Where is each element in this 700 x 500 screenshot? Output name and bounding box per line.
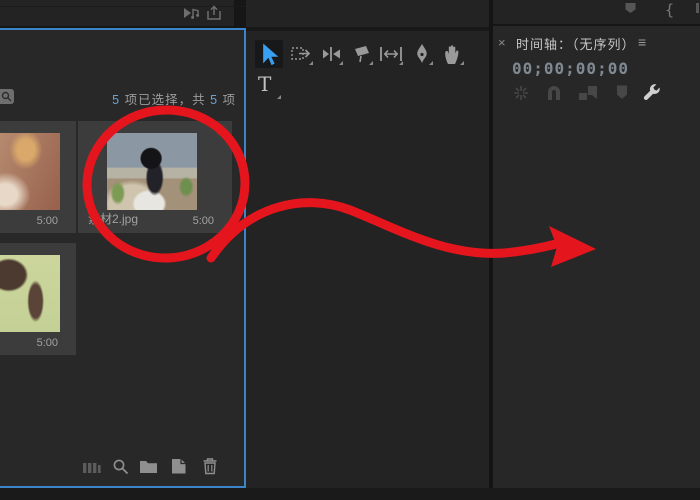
type-tool[interactable]: T [258, 74, 282, 100]
clip-duration: 5:00 [193, 215, 214, 227]
timeline-tab-title[interactable]: 时间轴：（无序列） [516, 34, 636, 53]
snap-magnet-icon[interactable] [545, 84, 563, 102]
play-audio-icon[interactable] [183, 6, 200, 21]
selection-tool[interactable] [255, 40, 283, 68]
search-input[interactable] [0, 89, 14, 104]
export-frame-icon[interactable] [206, 5, 222, 21]
subtool-indicator [369, 61, 373, 65]
new-item-icon[interactable] [170, 457, 187, 475]
razor-tool[interactable] [350, 42, 374, 66]
project-panel-toolbar [0, 457, 246, 479]
icon-view-zoom-bars-icon[interactable] [82, 460, 102, 476]
type-tool-glyph: T [258, 72, 271, 96]
total-text: 项 [218, 93, 236, 107]
media-tile-su-cai-2[interactable]: 素材2.jpg 5:00 [78, 121, 232, 233]
add-marker-icon[interactable] [615, 84, 629, 100]
subtool-indicator [339, 61, 343, 65]
subtool-indicator [460, 61, 464, 65]
clip-duration: 5:00 [37, 337, 58, 349]
timecode-display[interactable]: 00;00;00;00 [512, 59, 629, 78]
subtool-indicator [277, 95, 281, 99]
media-tile[interactable]: 5:00 [0, 243, 76, 355]
hand-tool[interactable] [439, 42, 465, 66]
track-select-forward-tool[interactable] [290, 42, 314, 66]
linked-selection-icon[interactable] [578, 84, 598, 102]
thumbnail-cosplay-photo [0, 133, 60, 210]
project-panel: 5 项已选择，共 5 项 5:00 素材2.jpg 5:00 5:00 [0, 28, 246, 488]
slip-tool[interactable] [378, 42, 404, 66]
thumbnail-camera-woman-photo [107, 133, 197, 210]
delete-trash-icon[interactable] [202, 457, 218, 475]
subtool-indicator [429, 61, 433, 65]
source-monitor-strip [0, 0, 234, 26]
panel-gap [246, 27, 490, 31]
subtool-indicator [309, 61, 313, 65]
panel-menu-icon[interactable]: ≡ [638, 34, 646, 50]
marker-icon[interactable] [624, 2, 637, 14]
total-count: 5 [210, 93, 218, 107]
tools-panel: T [246, 0, 490, 500]
program-monitor-strip: { [493, 0, 700, 24]
nest-insert-icon[interactable] [512, 84, 530, 102]
timeline-panel: × 时间轴：（无序列） ≡ 00;00;00;00 [493, 26, 700, 488]
clip-duration: 5:00 [37, 215, 58, 227]
partial-button-glyph: { [665, 1, 674, 19]
new-bin-folder-icon[interactable] [139, 459, 158, 474]
bottom-edge-strip [0, 488, 700, 500]
pen-tool[interactable] [410, 42, 434, 66]
search-icon[interactable] [112, 458, 129, 475]
timeline-settings-wrench-icon[interactable] [641, 82, 661, 102]
clip-name: 素材2.jpg [88, 210, 138, 227]
ripple-edit-tool[interactable] [320, 42, 344, 66]
premiere-workspace: T 5 项已选择，共 5 项 5:00 素材2.jpg 5:00 5:00 [0, 0, 700, 500]
selected-text: 项已选择，共 [120, 93, 210, 107]
selected-count: 5 [112, 93, 120, 107]
media-tile[interactable]: 5:00 [0, 121, 76, 233]
close-icon[interactable]: × [498, 35, 506, 50]
thumbnail-anime-illustration [0, 255, 60, 332]
selection-status: 5 项已选择，共 5 项 [112, 89, 236, 108]
clipped-icon [696, 3, 699, 13]
subtool-indicator [399, 61, 403, 65]
